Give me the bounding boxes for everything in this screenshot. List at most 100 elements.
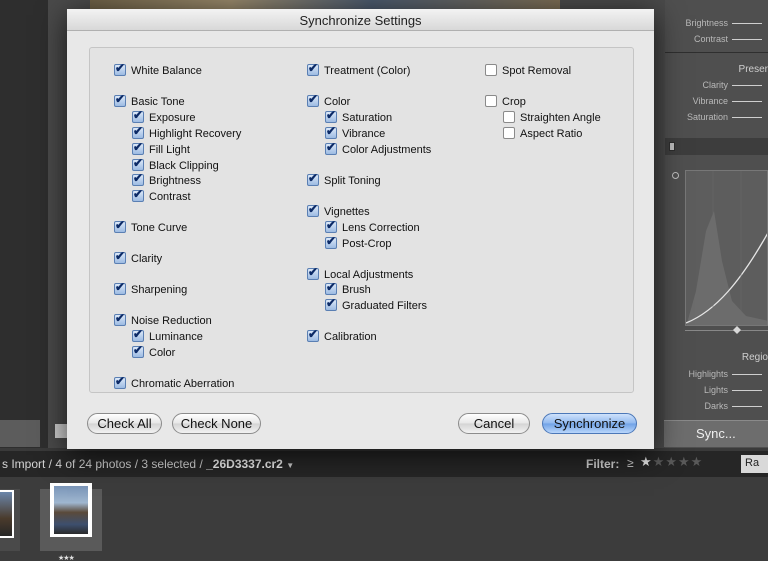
section-toggle-handle[interactable] — [669, 142, 675, 151]
setting-option[interactable]: Chromatic Aberration — [114, 374, 234, 391]
checkbox-checked[interactable] — [114, 280, 126, 295]
checkbox-checked[interactable] — [132, 187, 144, 202]
setting-option[interactable]: Lens Correction — [325, 218, 420, 235]
setting-option[interactable]: Graduated Filters — [325, 296, 427, 313]
contrast-slider[interactable] — [732, 39, 762, 41]
tone-curve-section-bar[interactable] — [665, 138, 768, 155]
setting-option[interactable]: Calibration — [307, 327, 377, 344]
setting-option[interactable]: Color — [132, 343, 175, 360]
contrast-slider-row[interactable]: Contrast — [694, 34, 762, 44]
checkbox-checked[interactable] — [114, 249, 126, 264]
darks-slider[interactable] — [732, 406, 762, 408]
setting-option[interactable]: Color Adjustments — [325, 140, 431, 157]
checkbox-checked[interactable] — [325, 124, 337, 139]
star-icon[interactable]: ★ — [653, 454, 666, 469]
checkbox-unchecked[interactable] — [503, 127, 515, 139]
checkbox-checked[interactable] — [114, 218, 126, 233]
chevron-down-icon[interactable]: ▼ — [286, 461, 294, 470]
saturation-slider[interactable] — [732, 117, 762, 119]
tone-curve-graph[interactable] — [685, 170, 768, 326]
checkbox-checked[interactable] — [132, 343, 144, 358]
checkbox-checked[interactable] — [307, 92, 319, 107]
setting-option[interactable]: Fill Light — [132, 140, 190, 157]
lights-slider[interactable] — [732, 390, 762, 392]
checkbox-checked[interactable] — [114, 92, 126, 107]
setting-option[interactable]: Basic Tone — [114, 92, 185, 109]
cancel-button[interactable]: Cancel — [458, 413, 530, 434]
checkbox-checked[interactable] — [307, 327, 319, 342]
setting-option[interactable]: Sharpening — [114, 280, 187, 297]
sync-button[interactable]: Sync... — [664, 420, 768, 447]
setting-option[interactable]: Split Toning — [307, 171, 381, 188]
brightness-slider[interactable] — [732, 23, 762, 25]
checkbox-checked[interactable] — [132, 140, 144, 155]
highlights-slider[interactable] — [732, 374, 762, 376]
checkbox-checked[interactable] — [325, 296, 337, 311]
checkbox-checked[interactable] — [132, 171, 144, 186]
checkbox-checked[interactable] — [307, 61, 319, 76]
clarity-slider-row[interactable]: Clarity — [702, 80, 762, 90]
setting-option[interactable]: Saturation — [325, 108, 392, 125]
checkbox-checked[interactable] — [132, 156, 144, 171]
checkbox-checked[interactable] — [325, 218, 337, 233]
setting-option[interactable]: Clarity — [114, 249, 162, 266]
synchronize-button[interactable]: Synchronize — [542, 413, 637, 434]
setting-option[interactable]: Color — [307, 92, 350, 109]
setting-option[interactable]: Spot Removal — [485, 64, 571, 78]
checkbox-checked[interactable] — [325, 234, 337, 249]
darks-slider-row[interactable]: Darks — [704, 401, 762, 411]
checkbox-checked[interactable] — [114, 374, 126, 389]
checkbox-checked[interactable] — [132, 327, 144, 342]
checkbox-checked[interactable] — [325, 108, 337, 123]
checkbox-checked[interactable] — [132, 124, 144, 139]
vibrance-slider-row[interactable]: Vibrance — [693, 96, 762, 106]
setting-option[interactable]: Crop — [485, 95, 526, 109]
filter-operator[interactable]: ≥ — [627, 456, 634, 470]
curve-slider-track[interactable] — [685, 330, 768, 331]
checkbox-checked[interactable] — [132, 108, 144, 123]
setting-option[interactable]: Brightness — [132, 171, 201, 188]
vibrance-slider[interactable] — [732, 101, 762, 103]
setting-option[interactable]: Tone Curve — [114, 218, 187, 235]
setting-option[interactable]: Highlight Recovery — [132, 124, 241, 141]
thumbnail-image[interactable] — [0, 490, 14, 538]
checkbox-checked[interactable] — [325, 140, 337, 155]
target-adjust-icon[interactable] — [672, 172, 679, 179]
rating-filter-chip[interactable]: Ra — [741, 455, 768, 473]
star-icon[interactable]: ★ — [678, 454, 691, 469]
checkbox-checked[interactable] — [325, 280, 337, 295]
setting-option[interactable]: Post-Crop — [325, 234, 392, 251]
setting-option[interactable]: Contrast — [132, 187, 191, 204]
setting-option[interactable]: Vignettes — [307, 202, 370, 219]
thumbnail-image[interactable] — [50, 483, 92, 537]
star-icon[interactable]: ★ — [665, 454, 678, 469]
star-icon[interactable]: ★ — [640, 454, 653, 469]
brightness-slider-row[interactable]: Brightness — [685, 18, 762, 28]
filter-rating-stars[interactable]: ★★★★★ — [640, 454, 703, 470]
checkbox-checked[interactable] — [307, 171, 319, 186]
setting-option[interactable]: Black Clipping — [132, 156, 219, 173]
checkbox-unchecked[interactable] — [485, 95, 497, 107]
setting-option[interactable]: Treatment (Color) — [307, 61, 410, 78]
curve-slider-knob-icon[interactable] — [733, 326, 741, 334]
checkbox-checked[interactable] — [114, 311, 126, 326]
setting-option[interactable]: Straighten Angle — [503, 111, 601, 125]
check-none-button[interactable]: Check None — [172, 413, 261, 434]
setting-option[interactable]: Brush — [325, 280, 371, 297]
highlights-slider-row[interactable]: Highlights — [688, 369, 762, 379]
setting-option[interactable]: Luminance — [132, 327, 203, 344]
checkbox-unchecked[interactable] — [503, 111, 515, 123]
check-all-button[interactable]: Check All — [87, 413, 162, 434]
setting-option[interactable]: Exposure — [132, 108, 195, 125]
setting-option[interactable]: Local Adjustments — [307, 265, 413, 282]
checkbox-checked[interactable] — [307, 265, 319, 280]
setting-option[interactable]: Vibrance — [325, 124, 385, 141]
left-panel-button[interactable] — [0, 420, 40, 447]
checkbox-checked[interactable] — [307, 202, 319, 217]
filmstrip-source-path[interactable]: s Import / 4 of 24 photos / 3 selected /… — [2, 457, 294, 471]
star-icon[interactable]: ★ — [691, 454, 704, 469]
checkbox-checked[interactable] — [114, 61, 126, 76]
setting-option[interactable]: Noise Reduction — [114, 311, 212, 328]
toolbar-toggle[interactable] — [55, 424, 67, 438]
saturation-slider-row[interactable]: Saturation — [687, 112, 762, 122]
